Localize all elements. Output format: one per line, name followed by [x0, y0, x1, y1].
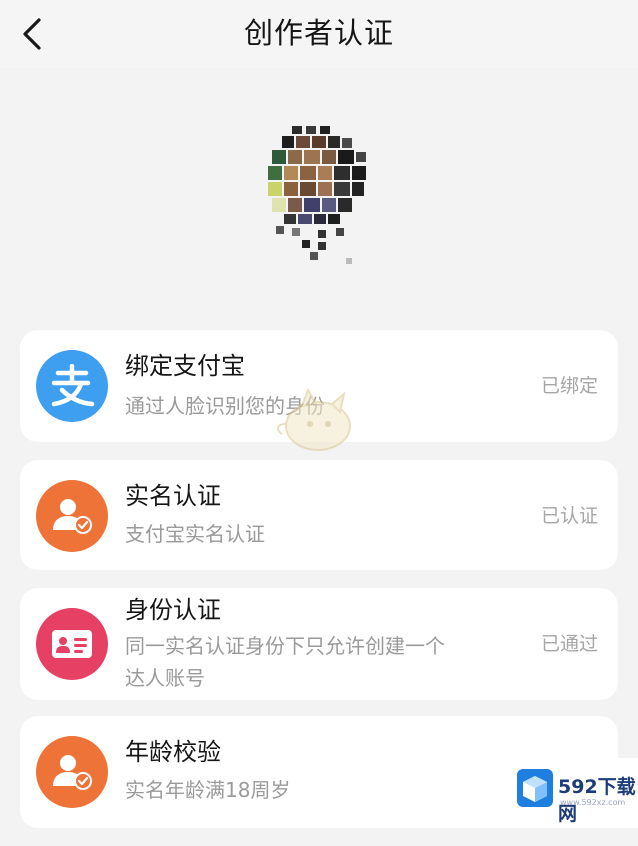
page-title: 创作者认证 — [243, 16, 394, 50]
top-bar: 创作者认证 — [0, 0, 638, 68]
user-verified-icon — [36, 480, 108, 552]
avatar[interactable] — [262, 126, 370, 266]
id-card-icon — [36, 608, 108, 680]
status-label: 已通过 — [540, 633, 598, 655]
card-title: 绑定支付宝 — [125, 352, 245, 380]
card-identity-verification[interactable]: 身份认证 同一实名认证身份下只允许创建一个 达人账号 已通过 — [20, 588, 618, 700]
card-description: 同一实名认证身份下只允许创建一个 — [125, 634, 445, 658]
watermark-logo: 592下载网 www.592xz.com — [508, 758, 638, 828]
alipay-icon — [36, 350, 108, 422]
user-verified-icon — [36, 736, 108, 808]
watermark-url: www.592xz.com — [560, 798, 626, 807]
card-description-line2: 达人账号 — [125, 666, 205, 690]
card-title: 身份认证 — [125, 596, 221, 624]
card-title: 实名认证 — [125, 482, 221, 510]
creator-verification-page: 创作者认证 绑定支付宝 通过人脸识别您的身份 已绑定 实名认证 支付宝实名认证 … — [0, 0, 638, 846]
cube-logo-icon — [517, 769, 553, 807]
status-label: 已绑定 — [540, 375, 598, 397]
card-description: 支付宝实名认证 — [125, 522, 265, 546]
card-realname-verification[interactable]: 实名认证 支付宝实名认证 已认证 — [20, 460, 618, 570]
card-title: 年龄校验 — [125, 738, 221, 766]
status-label: 已认证 — [540, 505, 598, 527]
watermark-mascot-icon — [272, 384, 364, 460]
card-description: 实名年龄满18周岁 — [125, 778, 291, 802]
